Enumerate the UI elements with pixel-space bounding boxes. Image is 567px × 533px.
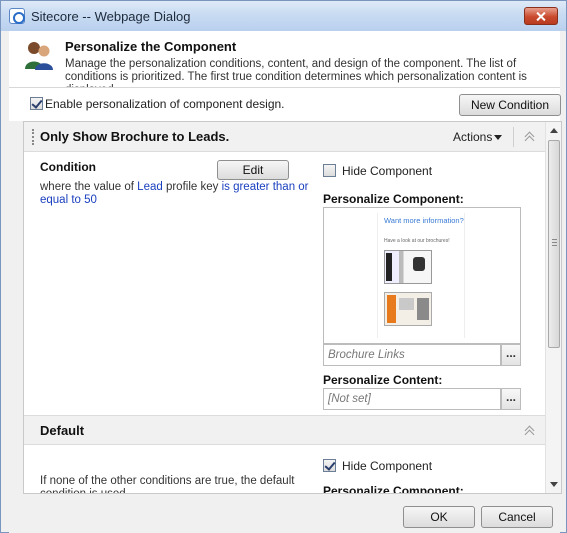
scroll-down-icon[interactable] bbox=[550, 482, 558, 487]
content-value: [Not set] bbox=[328, 393, 371, 405]
vertical-scrollbar[interactable] bbox=[545, 122, 561, 493]
brochure-image bbox=[384, 292, 432, 326]
ok-button[interactable]: OK bbox=[403, 506, 475, 528]
actions-menu[interactable]: Actions bbox=[453, 130, 492, 144]
dialog-header: Personalize the Component Manage the per… bbox=[9, 31, 560, 96]
window-title: Sitecore -- Webpage Dialog bbox=[31, 9, 191, 24]
collapse-icon[interactable] bbox=[523, 425, 537, 437]
component-preview[interactable]: Want more information? Have a look at ou… bbox=[323, 207, 521, 344]
default-description: If none of the other conditions are true… bbox=[40, 475, 295, 494]
dialog-window: Sitecore -- Webpage Dialog Personalize t… bbox=[0, 0, 567, 533]
component-value: Brochure Links bbox=[328, 349, 405, 361]
hide-component-checkbox[interactable] bbox=[323, 164, 336, 177]
dialog-footer: OK Cancel bbox=[9, 494, 560, 533]
condition-middle: profile key bbox=[162, 181, 222, 193]
condition-prefix: where the value of bbox=[40, 181, 138, 193]
browse-content-button[interactable]: ... bbox=[501, 388, 521, 410]
condition-heading: Condition bbox=[40, 160, 96, 174]
browser-icon bbox=[9, 8, 25, 24]
personalize-component-label: Personalize Component: bbox=[323, 192, 464, 206]
default-hide-component-checkbox[interactable] bbox=[323, 459, 336, 472]
preview-thumbnail: Want more information? Have a look at ou… bbox=[377, 213, 465, 338]
new-condition-button[interactable]: New Condition bbox=[459, 94, 561, 116]
personalize-content-label: Personalize Content: bbox=[323, 373, 443, 387]
rule-header: Only Show Brochure to Leads. Actions bbox=[24, 122, 545, 152]
divider bbox=[513, 127, 514, 147]
close-button[interactable] bbox=[524, 7, 558, 25]
drag-handle-icon[interactable] bbox=[32, 129, 34, 145]
preview-heading: Want more information? bbox=[384, 216, 464, 225]
component-field[interactable]: Brochure Links bbox=[323, 344, 501, 366]
profile-link[interactable]: Lead bbox=[137, 181, 163, 193]
edit-condition-button[interactable]: Edit bbox=[217, 160, 289, 180]
content-field[interactable]: [Not set] bbox=[323, 388, 501, 410]
conditions-list: Only Show Brochure to Leads. Actions Con… bbox=[24, 122, 545, 494]
chevron-down-icon[interactable] bbox=[494, 135, 502, 140]
default-personalize-component-label: Personalize Component: bbox=[323, 484, 464, 494]
scroll-up-icon[interactable] bbox=[550, 128, 558, 133]
brochure-image bbox=[384, 250, 432, 284]
hide-component-label: Hide Component bbox=[342, 164, 433, 178]
preview-subtext: Have a look at our brochures! bbox=[384, 238, 450, 244]
default-rule-title: Default bbox=[40, 423, 85, 438]
conditions-panel: Only Show Brochure to Leads. Actions Con… bbox=[23, 121, 562, 494]
default-hide-component-label: Hide Component bbox=[342, 459, 433, 473]
toolbar: Enable personalization of component desi… bbox=[9, 87, 561, 121]
enable-personalization-label: Enable personalization of component desi… bbox=[45, 97, 285, 111]
collapse-icon[interactable] bbox=[523, 131, 537, 143]
grip-icon bbox=[552, 239, 557, 246]
scrollbar-thumb[interactable] bbox=[548, 140, 560, 348]
users-icon bbox=[25, 42, 53, 70]
cancel-button[interactable]: Cancel bbox=[481, 506, 553, 528]
title-bar: Sitecore -- Webpage Dialog bbox=[1, 1, 566, 31]
header-title: Personalize the Component bbox=[65, 39, 237, 54]
default-rule-header: Default bbox=[24, 415, 545, 445]
enable-personalization-checkbox[interactable] bbox=[30, 97, 43, 110]
condition-description: where the value of Lead profile key is g… bbox=[40, 181, 310, 207]
browse-component-button[interactable]: ... bbox=[501, 344, 521, 366]
rule-title: Only Show Brochure to Leads. bbox=[40, 129, 230, 144]
